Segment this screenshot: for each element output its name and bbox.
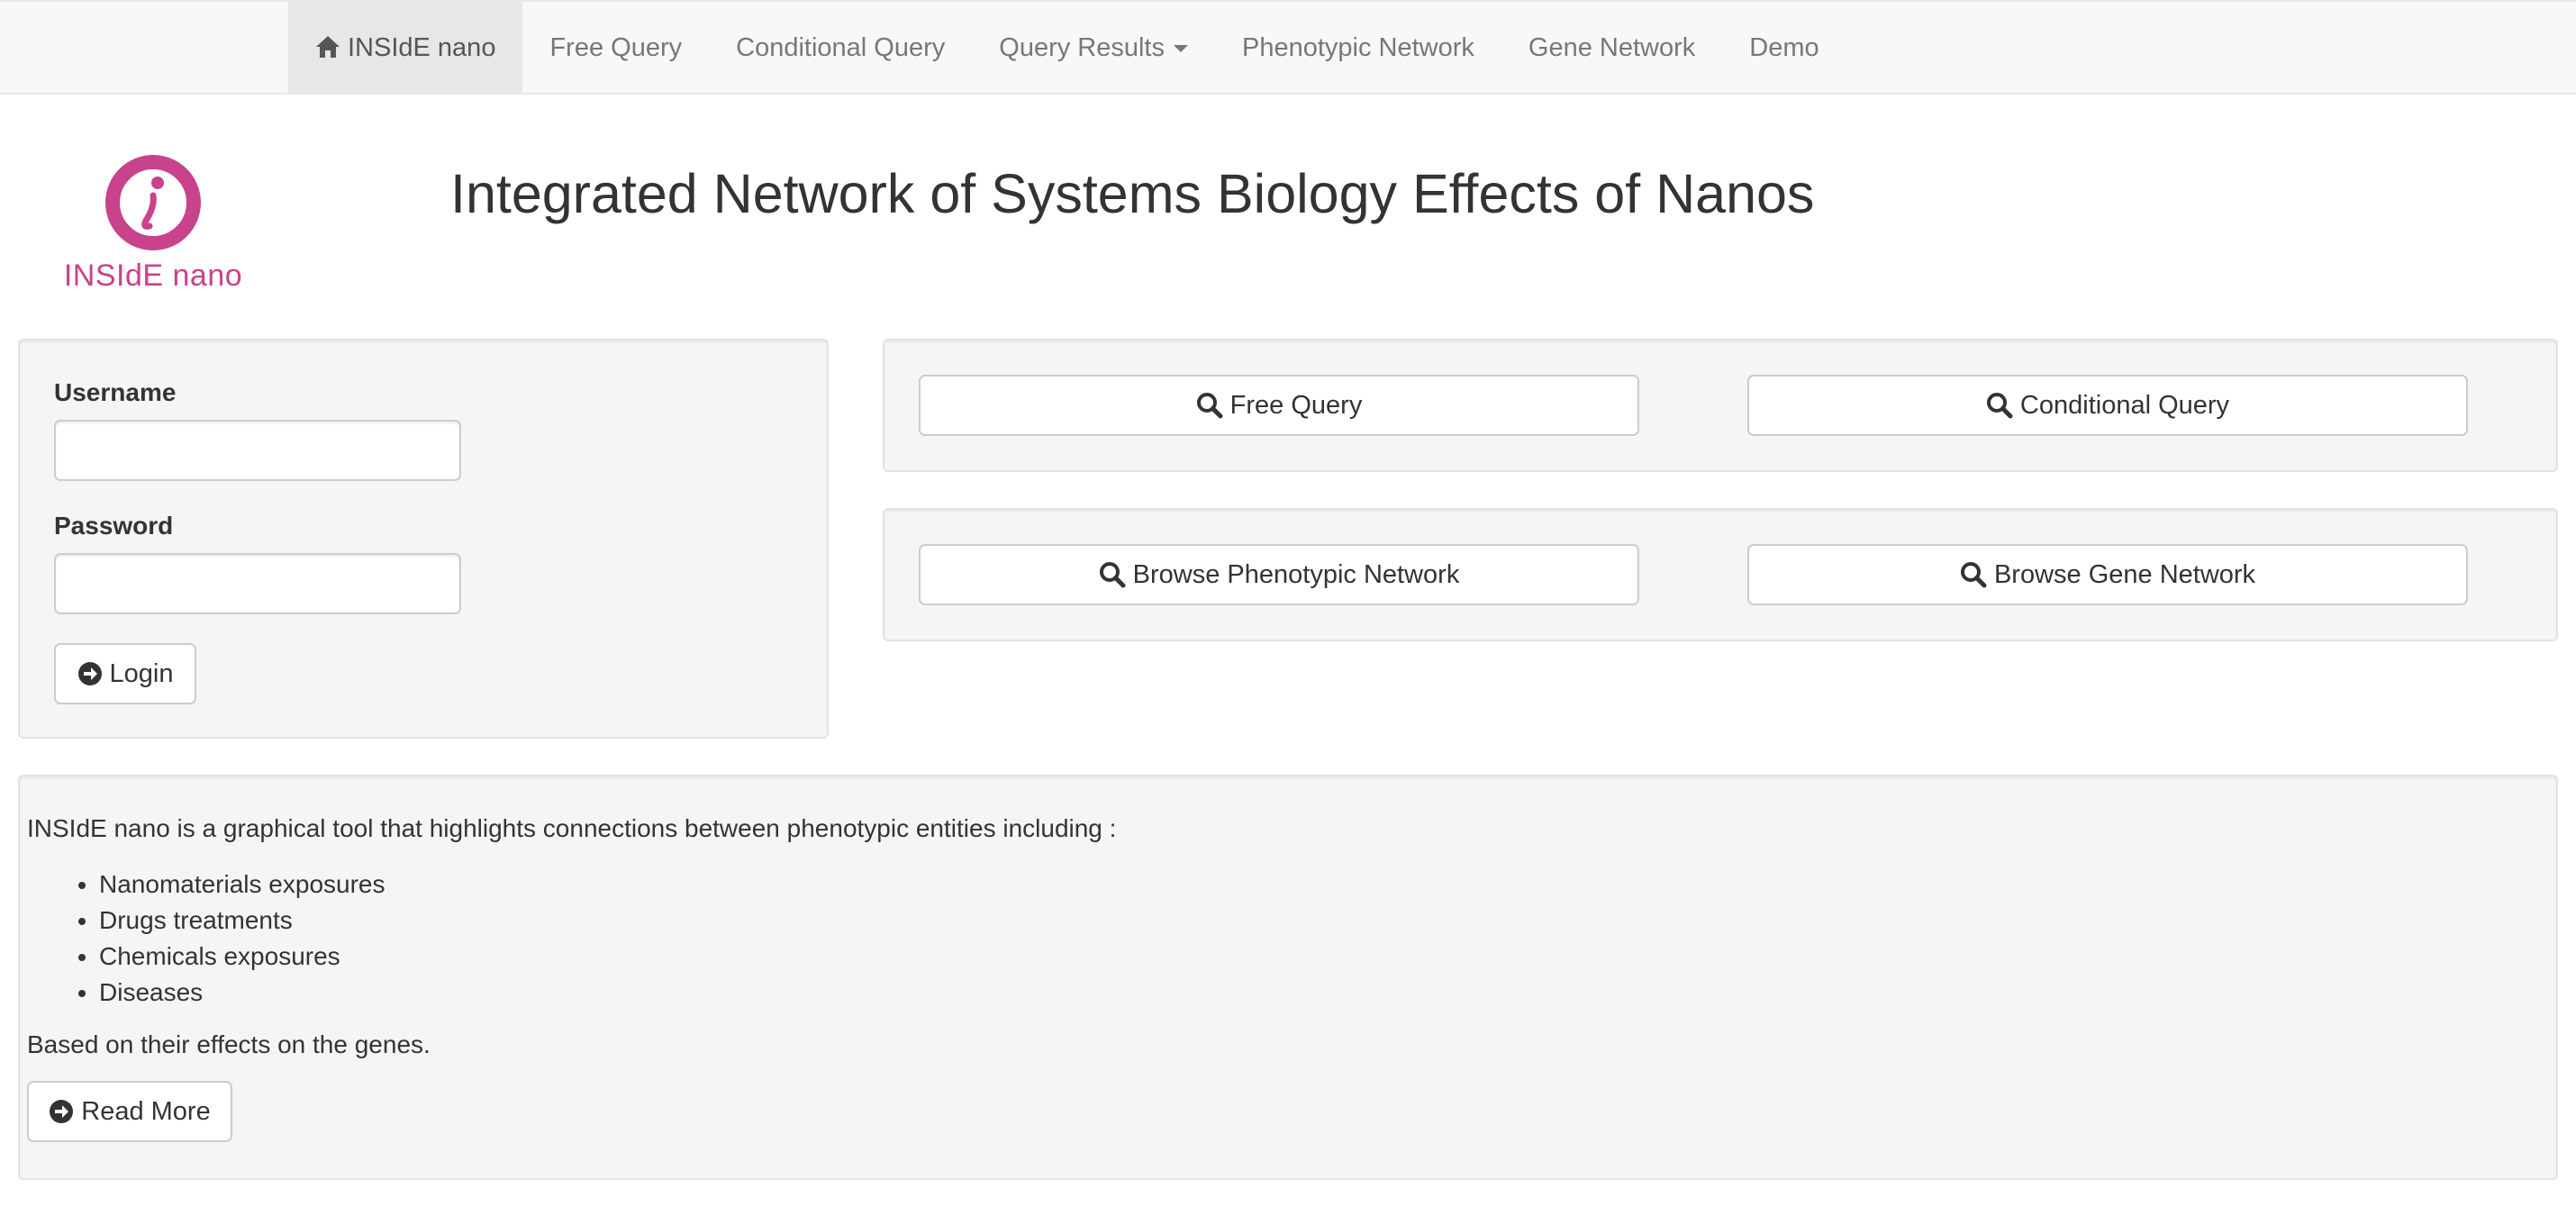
nav-item-phenotypic-network[interactable]: Phenotypic Network [1215, 2, 1501, 95]
nav-item-label: Query Results [999, 33, 1165, 62]
login-panel: Username Password Login [18, 339, 829, 739]
password-label: Password [54, 512, 174, 540]
logo-text: INSIdE nano [63, 259, 243, 293]
top-navbar: INSIdE nano Free Query Conditional Query… [0, 0, 2576, 95]
page-title: Integrated Network of Systems Biology Ef… [450, 163, 1815, 224]
info-outro-text: Based on their effects on the genes. [27, 1030, 431, 1058]
nav-list: INSIdE nano Free Query Conditional Query… [288, 2, 1846, 95]
nav-item-label: Gene Network [1528, 33, 1696, 62]
search-icon [1960, 562, 1987, 588]
browse-gene-network-button[interactable]: Browse Gene Network [1747, 544, 2468, 605]
conditional-query-button[interactable]: Conditional Query [1747, 375, 2468, 436]
arrow-circle-right-icon [77, 662, 102, 685]
free-query-button[interactable]: Free Query [919, 375, 1639, 436]
browse-phenotypic-network-button-label: Browse Phenotypic Network [1132, 559, 1460, 589]
search-icon [1986, 393, 2013, 419]
home-icon [316, 35, 340, 58]
read-more-button[interactable]: Read More [27, 1081, 232, 1142]
entity-list: Nanomaterials exposures Drugs treatments… [27, 867, 385, 1011]
nav-brand-label: INSIdE nano [348, 33, 496, 62]
username-input[interactable] [54, 420, 461, 481]
search-icon [1196, 393, 1223, 419]
browse-gene-network-button-label: Browse Gene Network [1993, 559, 2256, 589]
query-actions-panel: Free Query Conditional Query [883, 339, 2558, 472]
list-item: Chemicals exposures [99, 939, 385, 975]
logo-mark-icon [105, 155, 201, 250]
info-intro-text: INSIdE nano is a graphical tool that hig… [27, 814, 1117, 842]
network-actions-panel: Browse Phenotypic Network Browse Gene Ne… [883, 508, 2558, 641]
info-panel: INSIdE nano is a graphical tool that hig… [18, 775, 2558, 1180]
browse-phenotypic-network-button[interactable]: Browse Phenotypic Network [919, 544, 1639, 605]
free-query-button-label: Free Query [1229, 390, 1363, 420]
nav-item-label: Conditional Query [736, 33, 946, 62]
caret-down-icon [1174, 44, 1188, 52]
nav-item-demo[interactable]: Demo [1722, 2, 1846, 95]
arrow-circle-right-icon [50, 1100, 74, 1123]
nav-brand-home[interactable]: INSIdE nano [288, 2, 523, 95]
read-more-button-label: Read More [81, 1096, 211, 1126]
nav-item-label: Demo [1749, 33, 1819, 62]
nav-item-gene-network[interactable]: Gene Network [1501, 2, 1722, 95]
password-input[interactable] [54, 553, 461, 614]
list-item: Nanomaterials exposures [99, 867, 385, 903]
nav-item-free-query[interactable]: Free Query [522, 2, 709, 95]
list-item: Drugs treatments [99, 903, 385, 939]
nav-item-label: Free Query [549, 33, 683, 62]
conditional-query-button-label: Conditional Query [2019, 390, 2230, 420]
nav-item-query-results-dropdown[interactable]: Query Results [972, 2, 1215, 95]
nav-item-label: Phenotypic Network [1242, 33, 1474, 62]
login-button-label: Login [109, 658, 174, 688]
username-label: Username [54, 378, 177, 406]
list-item: Diseases [99, 975, 385, 1011]
login-button[interactable]: Login [54, 643, 196, 704]
search-icon [1099, 562, 1126, 588]
app-logo: INSIdE nano [63, 149, 243, 293]
nav-item-conditional-query[interactable]: Conditional Query [709, 2, 972, 95]
